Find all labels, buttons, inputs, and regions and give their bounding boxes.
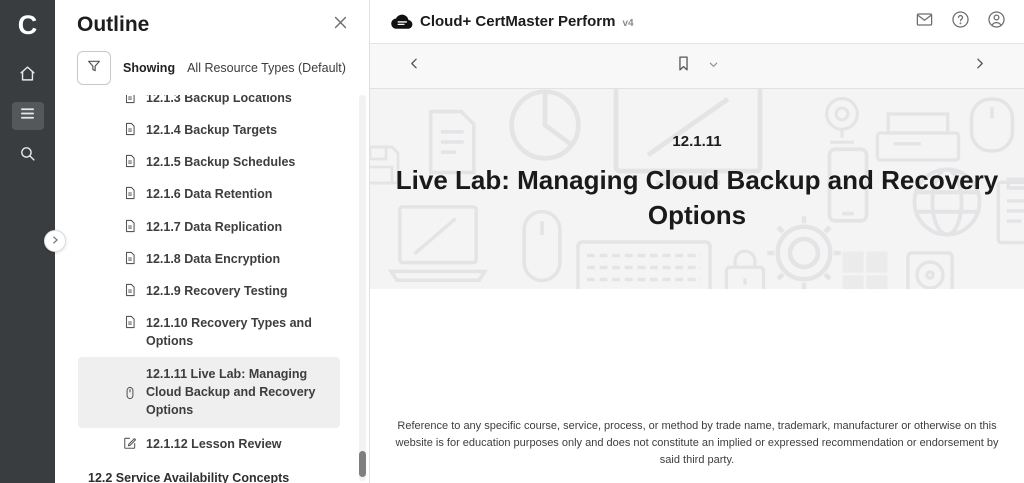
pattern-windows-icon bbox=[840, 249, 890, 289]
mouse-icon bbox=[123, 386, 137, 400]
account-button[interactable] bbox=[987, 10, 1006, 34]
outline-item[interactable]: 12.1.4 Backup Targets bbox=[123, 114, 345, 146]
close-outline-button[interactable] bbox=[332, 14, 349, 36]
hamburger-menu-icon bbox=[19, 105, 36, 127]
outline-item[interactable]: 12.1.12 Lesson Review bbox=[123, 428, 345, 460]
disclaimer: Reference to any specific course, servic… bbox=[370, 418, 1024, 469]
resource-filter-button[interactable] bbox=[77, 51, 111, 85]
lesson-nav-bar bbox=[370, 44, 1024, 89]
outline-scrollbar-track[interactable] bbox=[359, 95, 366, 481]
outline-item[interactable]: 12.1.3 Backup Locations bbox=[123, 95, 345, 114]
pattern-keyboard-icon bbox=[574, 239, 714, 289]
resource-filter-value: All Resource Types (Default) bbox=[187, 61, 346, 75]
chevron-right-icon bbox=[50, 232, 60, 250]
outline-item[interactable]: 12.1.10 Recovery Types and Options bbox=[123, 307, 345, 357]
outline-list: 12.1.3 Backup Locations 12.1.4 Backup Ta… bbox=[55, 95, 369, 483]
chevron-right-icon bbox=[973, 57, 986, 75]
document-icon bbox=[123, 315, 137, 329]
lesson-title: Live Lab: Managing Cloud Backup and Reco… bbox=[385, 163, 1010, 233]
bookmark-menu-button[interactable] bbox=[708, 57, 719, 75]
outline-item-current[interactable]: 12.1.11 Live Lab: Managing Cloud Backup … bbox=[78, 357, 340, 427]
pattern-hard-drive-icon bbox=[904, 249, 956, 289]
app-header: Cloud+ CertMaster Perform v4 bbox=[370, 0, 1024, 44]
outline-item[interactable]: 12.1.6 Data Retention bbox=[123, 178, 345, 210]
lesson-banner: 12.1.11 Live Lab: Managing Cloud Backup … bbox=[370, 89, 1024, 289]
course-title: Cloud+ CertMaster Perform bbox=[420, 13, 615, 30]
document-icon bbox=[123, 283, 137, 297]
document-icon bbox=[123, 154, 137, 168]
document-icon bbox=[123, 219, 137, 233]
home-button[interactable] bbox=[12, 62, 44, 90]
outline-item[interactable]: 12.1.5 Backup Schedules bbox=[123, 146, 345, 178]
outline-section-header[interactable]: 12.2 Service Availability Concepts bbox=[88, 460, 345, 483]
bookmark-button[interactable] bbox=[675, 54, 692, 78]
outline-item[interactable]: 12.1.8 Data Encryption bbox=[123, 243, 345, 275]
outline-item[interactable]: 12.1.9 Recovery Testing bbox=[123, 275, 345, 307]
outline-panel-title: Outline bbox=[77, 13, 149, 37]
document-icon bbox=[123, 122, 137, 136]
panel-expand-button[interactable] bbox=[44, 230, 66, 252]
document-icon bbox=[123, 95, 137, 104]
search-icon bbox=[19, 145, 36, 167]
disclaimer-text: Reference to any specific course, servic… bbox=[388, 418, 1006, 469]
previous-page-button[interactable] bbox=[408, 57, 421, 75]
document-icon bbox=[123, 186, 137, 200]
help-button[interactable] bbox=[951, 10, 970, 34]
outline-menu-button[interactable] bbox=[12, 102, 44, 130]
pattern-lock-icon bbox=[720, 245, 770, 289]
bookmark-icon bbox=[675, 54, 692, 78]
comptia-logo[interactable]: C bbox=[0, 0, 55, 50]
close-icon bbox=[332, 14, 349, 36]
cloud-icon bbox=[390, 13, 413, 30]
course-version: v4 bbox=[622, 18, 633, 29]
home-icon bbox=[19, 65, 36, 87]
section-number: 12.1.11 bbox=[370, 133, 1024, 150]
chevron-down-icon bbox=[708, 57, 719, 75]
messages-button[interactable] bbox=[915, 10, 934, 34]
outline-item[interactable]: 12.1.7 Data Replication bbox=[123, 211, 345, 243]
filter-funnel-icon bbox=[86, 58, 102, 79]
edit-icon bbox=[123, 436, 137, 450]
mail-icon bbox=[915, 10, 934, 34]
outline-panel: Outline Showing All Resource Types (Defa… bbox=[55, 0, 370, 483]
next-page-button[interactable] bbox=[973, 57, 986, 75]
account-icon bbox=[987, 10, 1006, 34]
main-content: Cloud+ CertMaster Perform v4 bbox=[370, 0, 1024, 483]
document-icon bbox=[123, 251, 137, 265]
search-button[interactable] bbox=[12, 142, 44, 170]
outline-scrollbar-thumb[interactable] bbox=[359, 451, 366, 477]
chevron-left-icon bbox=[408, 57, 421, 75]
showing-label: Showing bbox=[123, 61, 175, 75]
help-icon bbox=[951, 10, 970, 34]
